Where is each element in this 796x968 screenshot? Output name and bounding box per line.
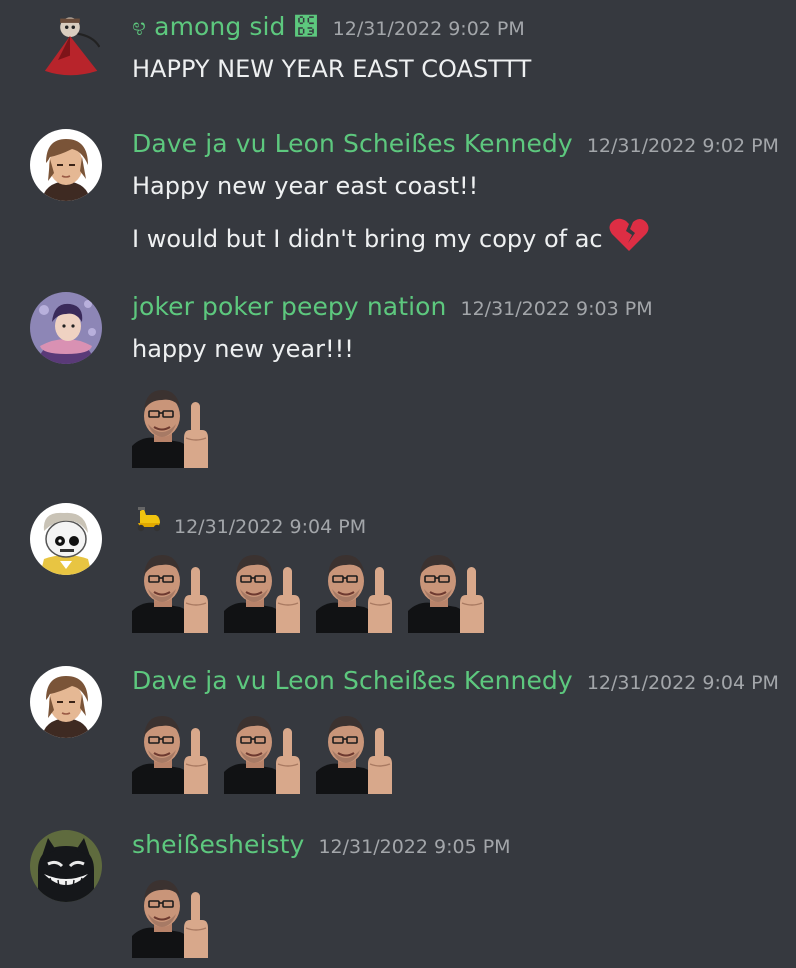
scooter-icon	[132, 503, 164, 533]
avatar[interactable]	[30, 830, 102, 902]
username[interactable]: ೪ among sid ೓	[132, 12, 319, 42]
message-text: Happy new year east coast!!	[132, 172, 479, 200]
message-text: happy new year!!!	[132, 335, 354, 363]
emoji-row	[132, 545, 786, 633]
avatar[interactable]	[30, 292, 102, 364]
timestamp: 12/31/2022 9:03 PM	[460, 298, 653, 320]
username[interactable]: joker poker peepy nation	[132, 292, 447, 321]
middle-finger-face-emoji[interactable]	[132, 870, 220, 958]
grinning-cat-avatar	[30, 830, 102, 902]
anime-character-avatar	[30, 129, 102, 201]
middle-finger-face-emoji[interactable]	[132, 545, 220, 633]
middle-finger-face-emoji[interactable]	[132, 706, 220, 794]
middle-finger-face-emoji[interactable]	[408, 545, 496, 633]
username[interactable]: Dave ja vu Leon Scheißes Kennedy	[132, 666, 573, 695]
timestamp: 12/31/2022 9:02 PM	[332, 18, 525, 40]
chat-messages: ೪ among sid ೓ 12/31/2022 9:02 PM HAPPY N…	[0, 0, 796, 968]
skeleton-character-avatar	[30, 503, 102, 575]
emoji-row	[132, 706, 786, 794]
emoji-row	[132, 380, 786, 468]
emoji-row	[132, 870, 786, 958]
message-text-with-emoji: I would but I didn't bring my copy of ac	[132, 217, 786, 262]
avatar[interactable]	[30, 503, 102, 575]
middle-finger-face-emoji[interactable]	[316, 545, 404, 633]
middle-finger-face-emoji[interactable]	[224, 545, 312, 633]
jester-avatar	[30, 292, 102, 364]
username[interactable]: Dave ja vu Leon Scheißes Kennedy	[132, 129, 573, 158]
anime-character-avatar	[30, 666, 102, 738]
avatar[interactable]	[30, 666, 102, 738]
middle-finger-face-emoji[interactable]	[224, 706, 312, 794]
timestamp: 12/31/2022 9:04 PM	[586, 672, 779, 694]
timestamp: 12/31/2022 9:05 PM	[318, 836, 511, 858]
avatar[interactable]	[30, 129, 102, 201]
middle-finger-face-emoji[interactable]	[132, 380, 220, 468]
timestamp: 12/31/2022 9:02 PM	[586, 135, 779, 157]
message-text: HAPPY NEW YEAR EAST COASTTT	[132, 55, 532, 83]
avatar[interactable]	[34, 12, 100, 78]
timestamp: 12/31/2022 9:04 PM	[174, 516, 367, 538]
broken-heart-icon	[609, 217, 649, 262]
message-text: I would but I didn't bring my copy of ac	[132, 225, 603, 253]
middle-finger-face-emoji[interactable]	[316, 706, 404, 794]
masked-figure-avatar	[34, 12, 100, 78]
username[interactable]: sheißesheisty	[132, 830, 304, 859]
